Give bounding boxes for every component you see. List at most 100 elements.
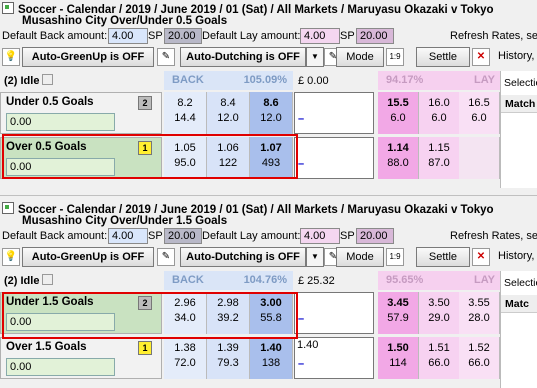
selection-header: Selectio bbox=[504, 277, 537, 289]
lay-header: 94.17% LAY bbox=[378, 71, 500, 90]
auto-dutching-button[interactable]: Auto-Dutching is OFF bbox=[180, 247, 306, 267]
lay-volume: 57.9 bbox=[387, 312, 409, 324]
match-header: Matc bbox=[501, 295, 537, 313]
panel-divider bbox=[0, 195, 537, 196]
settle-button[interactable]: Settle bbox=[416, 247, 470, 267]
default-back-input[interactable]: 4.00 bbox=[108, 228, 148, 244]
lay-price-cell[interactable]: 16.0 6.0 bbox=[419, 92, 460, 134]
back-price-cell[interactable]: 1.40 138 bbox=[250, 337, 293, 379]
sp-lay-input[interactable]: 20.00 bbox=[356, 228, 394, 244]
bet-entry-box[interactable]: 1.40 – bbox=[294, 337, 374, 379]
lay-price-cell[interactable]: 1.51 66.0 bbox=[419, 337, 460, 379]
lay-volume: 66.0 bbox=[428, 357, 450, 369]
runner-pnl: 0.00 bbox=[6, 358, 115, 376]
wrench-icon[interactable]: ✎ bbox=[157, 248, 175, 266]
back-price: 8.2 bbox=[177, 97, 193, 109]
bulb-icon[interactable]: 💡 bbox=[2, 48, 20, 66]
sp-back-input[interactable]: 20.00 bbox=[164, 28, 202, 44]
market-subtitle: Musashino City Over/Under 0.5 Goals bbox=[22, 15, 228, 27]
default-back-label: Default Back amount: bbox=[2, 30, 108, 42]
back-price-cell[interactable]: 8.2 14.4 bbox=[164, 92, 207, 134]
back-price: 1.38 bbox=[174, 342, 196, 354]
lay-percent: 94.17% bbox=[386, 74, 424, 86]
selection-side-panel: Selectio Match bbox=[500, 71, 537, 188]
auto-greenup-button[interactable]: Auto-GreenUp is OFF bbox=[22, 47, 154, 67]
back-volume: 138 bbox=[261, 357, 281, 369]
close-icon[interactable]: ✕ bbox=[472, 48, 490, 66]
stake-settings-row: Default Back amount: 4.00 SP 20.00 Defau… bbox=[2, 228, 537, 244]
runner-selection[interactable]: Over 1.5 Goals 1 0.00 bbox=[0, 337, 162, 379]
back-volume: 14.4 bbox=[174, 112, 196, 124]
wrench-icon[interactable]: ✎ bbox=[157, 48, 175, 66]
default-lay-label: Default Lay amount: bbox=[202, 30, 301, 42]
lay-price-cell[interactable]: 15.5 6.0 bbox=[378, 92, 419, 134]
default-lay-input[interactable]: 4.00 bbox=[300, 228, 340, 244]
gbp-total: £ 0.00 bbox=[298, 75, 329, 87]
sp-lay-input[interactable]: 20.00 bbox=[356, 28, 394, 44]
back-price: 1.39 bbox=[217, 342, 239, 354]
runner-name: Under 0.5 Goals bbox=[6, 96, 94, 108]
default-back-input[interactable]: 4.00 bbox=[108, 28, 148, 44]
idle-checkbox[interactable] bbox=[42, 274, 54, 285]
close-icon[interactable]: ✕ bbox=[472, 248, 490, 266]
back-price: 1.40 bbox=[260, 342, 282, 354]
runner-selection[interactable]: Under 0.5 Goals 2 0.00 bbox=[0, 92, 162, 134]
mode-button[interactable]: Mode bbox=[336, 247, 384, 267]
back-price-cell[interactable]: 1.38 72.0 bbox=[164, 337, 207, 379]
lay-percent: 95.65% bbox=[386, 274, 424, 286]
history-label: History, bbox=[498, 50, 535, 62]
bet-entry-box[interactable]: – bbox=[294, 292, 374, 334]
history-label: History, bbox=[498, 250, 535, 262]
auto-dutching-button[interactable]: Auto-Dutching is OFF bbox=[180, 47, 306, 67]
lay-price: 1.52 bbox=[468, 342, 490, 354]
auto-greenup-button[interactable]: Auto-GreenUp is OFF bbox=[22, 247, 154, 267]
mode-button[interactable]: Mode bbox=[336, 47, 384, 67]
selection-side-panel: Selectio Matc bbox=[500, 271, 537, 388]
lay-label: LAY bbox=[474, 274, 495, 286]
lay-price-cell[interactable]: 1.52 66.0 bbox=[459, 337, 500, 379]
back-price-cell[interactable]: 8.4 12.0 bbox=[207, 92, 250, 134]
lay-price: 1.50 bbox=[387, 342, 409, 354]
lay-volume: 6.0 bbox=[431, 112, 447, 124]
highlight-over-0-5 bbox=[2, 134, 298, 179]
bet-dash-icon: – bbox=[298, 158, 305, 170]
idle-status: (2) Idle bbox=[4, 274, 54, 287]
lay-price-cell[interactable]: 3.45 57.9 bbox=[378, 292, 419, 334]
lay-volume: 6.0 bbox=[390, 112, 406, 124]
lay-price-cell[interactable]: 1.15 87.0 bbox=[419, 137, 460, 179]
lay-price-cell[interactable]: 1.50 114 bbox=[378, 337, 419, 379]
dutching-dropdown-icon[interactable]: ▼ bbox=[306, 247, 324, 267]
lay-price-cell[interactable] bbox=[459, 137, 500, 179]
sp-label: SP bbox=[148, 230, 163, 242]
ladder-icon[interactable]: 1:9 bbox=[386, 248, 404, 266]
bet-dash-icon: – bbox=[298, 313, 305, 325]
idle-checkbox[interactable] bbox=[42, 74, 54, 85]
lay-price-cell[interactable]: 16.5 6.0 bbox=[459, 92, 500, 134]
highlight-under-1-5 bbox=[2, 292, 298, 339]
runner-name: Over 1.5 Goals bbox=[6, 341, 87, 353]
back-price-cell[interactable]: 1.39 79.3 bbox=[207, 337, 250, 379]
back-volume: 79.3 bbox=[217, 357, 239, 369]
bulb-icon[interactable]: 💡 bbox=[2, 248, 20, 266]
idle-status: (2) Idle bbox=[4, 74, 54, 87]
lay-price: 15.5 bbox=[387, 97, 409, 109]
sp-back-input[interactable]: 20.00 bbox=[164, 228, 202, 244]
back-price-cell[interactable]: 8.6 12.0 bbox=[250, 92, 293, 134]
default-lay-input[interactable]: 4.00 bbox=[300, 28, 340, 44]
bet-entry-box[interactable]: – bbox=[294, 92, 374, 134]
back-label: BACK bbox=[172, 274, 204, 286]
gbp-total: £ 25.32 bbox=[298, 275, 335, 287]
lay-price-cell[interactable]: 3.55 28.0 bbox=[459, 292, 500, 334]
bet-entry-box[interactable]: – bbox=[294, 137, 374, 179]
toolbar: 💡 Auto-GreenUp is OFF ✎ Auto-Dutching is… bbox=[2, 247, 537, 267]
lay-price-cell[interactable]: 1.14 88.0 bbox=[378, 137, 419, 179]
dutching-dropdown-icon[interactable]: ▼ bbox=[306, 47, 324, 67]
lay-price-cell[interactable]: 3.50 29.0 bbox=[419, 292, 460, 334]
selection-header: Selectio bbox=[504, 77, 537, 89]
ladder-icon[interactable]: 1:9 bbox=[386, 48, 404, 66]
settle-button[interactable]: Settle bbox=[416, 47, 470, 67]
bet-dash-icon: – bbox=[298, 358, 305, 370]
back-price: 8.4 bbox=[220, 97, 236, 109]
lay-volume: 87.0 bbox=[428, 157, 450, 169]
lay-price: 3.55 bbox=[468, 297, 490, 309]
